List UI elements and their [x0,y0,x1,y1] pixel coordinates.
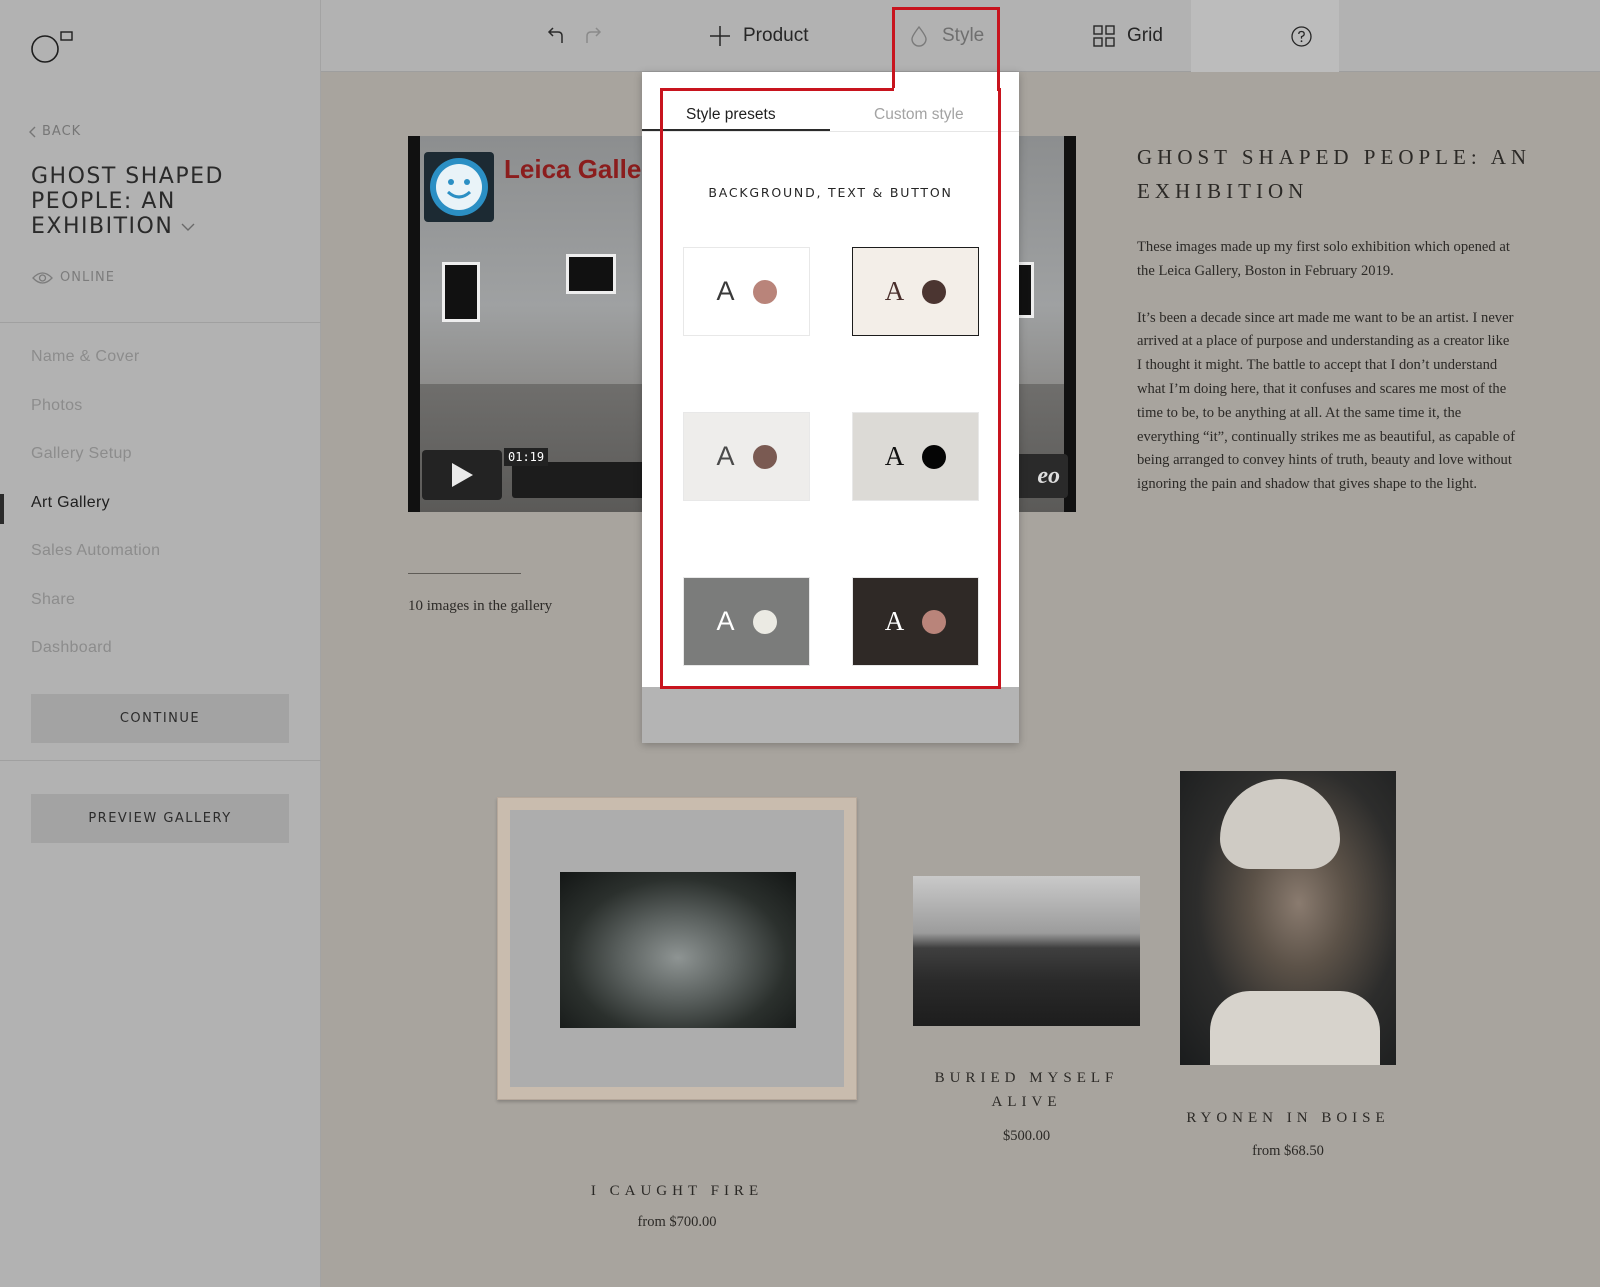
preset-letter: A [716,276,735,306]
exhibit-title: GHOST SHAPED PEOPLE: AN EXHIBITION [1137,145,1532,203]
grid-label: Grid [1127,25,1163,46]
preset-swatch [752,609,777,634]
artwork-detail [1220,779,1340,869]
sidebar-nav: Name & Cover Photos Gallery Setup Art Ga… [31,348,160,688]
style-preset[interactable]: A [852,247,979,336]
sidebar-item-photos[interactable]: Photos [31,397,160,446]
wall-artwork [442,262,480,322]
artwork-title[interactable]: RYONEN IN BOISE [1180,1106,1396,1130]
artwork-title[interactable]: BURIED MYSELF ALIVE [913,1066,1140,1114]
avatar [424,152,494,222]
grid-button[interactable]: Grid [1093,0,1163,72]
tab-style-presets[interactable]: Style presets [686,106,776,124]
divider [642,131,1019,132]
sidebar-item-gallery-setup[interactable]: Gallery Setup [31,445,160,494]
logo-icon[interactable] [30,30,74,64]
back-link[interactable]: BACK [28,124,81,139]
preset-swatch [922,444,947,469]
sidebar-item-dashboard[interactable]: Dashboard [31,639,160,688]
wall-artwork [566,254,616,294]
style-preset[interactable]: A [683,412,810,501]
style-preset[interactable]: A [683,247,810,336]
active-nav-indicator [0,494,4,524]
sidebar-item-sales-automation[interactable]: Sales Automation [31,542,160,591]
preset-letter: A [884,441,905,471]
artwork-detail [1210,991,1380,1065]
product-button[interactable]: Product [709,0,808,72]
exhibit-description: These images made up my first solo exhib… [1137,236,1517,520]
preset-swatch [752,444,777,469]
help-icon[interactable] [1291,26,1312,47]
style-panel-body: Style presets Custom style BACKGROUND, T… [642,72,1019,687]
continue-button[interactable]: CONTINUE [31,694,289,743]
highlight-gap [894,88,997,92]
back-label: BACK [42,124,82,139]
image-count: 10 images in the gallery [408,598,553,614]
style-tab-background [1191,0,1339,72]
artwork-price: $500.00 [1002,1128,1051,1144]
preset-swatch [752,279,777,304]
artwork-photo [560,872,796,1028]
preset-letter: A [884,276,905,306]
droplet-icon [911,25,927,47]
play-icon [452,463,473,487]
preset-swatch [922,609,947,634]
grid-icon [1093,25,1115,47]
video-title[interactable]: Leica Galler [504,154,651,185]
description-paragraph: It’s been a decade since art made me wan… [1137,309,1516,493]
smiley-icon [430,158,488,216]
toolbar: Product Style Grid [321,0,1600,72]
chevron-left-icon [29,126,36,137]
preset-letter: A [884,606,905,636]
style-button[interactable]: Style [908,0,984,72]
sidebar-item-share[interactable]: Share [31,591,160,640]
divider [0,322,321,323]
artwork-price: from $700.00 [637,1214,717,1230]
artwork-image[interactable] [1180,771,1396,1065]
preset-letter: A [716,606,735,636]
sidebar: BACK GHOST SHAPED PEOPLE: AN EXHIBITION … [0,0,321,1287]
status-label: ONLINE [60,270,115,285]
section-title: BACKGROUND, TEXT & BUTTON [708,185,953,200]
preset-swatch [922,279,947,304]
chevron-down-icon[interactable] [181,222,195,232]
undo-icon[interactable] [544,24,566,46]
style-panel: Style presets Custom style BACKGROUND, T… [642,72,1019,743]
sidebar-item-art-gallery[interactable]: Art Gallery [31,494,160,543]
play-button[interactable] [422,450,502,500]
divider [0,760,321,761]
style-preset[interactable]: A [852,412,979,501]
artwork-price: from $68.50 [1252,1143,1324,1159]
gallery-title[interactable]: GHOST SHAPED PEOPLE: AN EXHIBITION [31,164,271,239]
artwork-title[interactable]: I CAUGHT FIRE [497,1179,857,1203]
style-preset[interactable]: A [683,577,810,666]
sidebar-item-name-cover[interactable]: Name & Cover [31,348,160,397]
redo-icon[interactable] [583,24,605,46]
status-badge[interactable]: ONLINE [32,270,115,285]
eye-icon [32,271,53,284]
preview-gallery-button[interactable]: PREVIEW GALLERY [31,794,289,843]
divider [408,573,521,574]
plus-icon [710,26,730,46]
description-paragraph: These images made up my first solo exhib… [1137,239,1510,279]
product-label: Product [743,25,809,46]
tab-custom-style[interactable]: Custom style [874,106,964,124]
preset-letter: A [716,441,735,471]
video-time: 01:19 [504,448,549,466]
style-label: Style [942,25,985,46]
artwork-framed-image[interactable] [497,797,857,1100]
style-preset[interactable]: A [852,577,979,666]
artwork-image[interactable] [913,876,1140,1026]
